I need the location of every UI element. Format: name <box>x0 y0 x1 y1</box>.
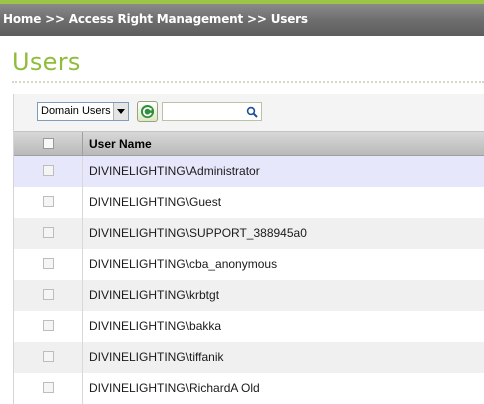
domain-select[interactable]: Domain Users <box>37 102 129 121</box>
user-name-cell: DIVINELIGHTING\RichardA Old <box>89 381 260 395</box>
user-name-cell: DIVINELIGHTING\bakka <box>89 319 222 333</box>
row-checkbox[interactable] <box>43 258 54 269</box>
column-divider <box>82 132 83 156</box>
page-title: Users <box>12 48 81 76</box>
table-row[interactable]: DIVINELIGHTING\krbtgt <box>14 280 484 311</box>
top-bar: Home >> Access Right Management >> Users <box>0 0 484 36</box>
user-name-cell: DIVINELIGHTING\krbtgt <box>89 288 220 302</box>
row-checkbox[interactable] <box>43 165 54 176</box>
search-input[interactable] <box>165 104 245 119</box>
table-row[interactable]: DIVINELIGHTING\Guest <box>14 187 484 218</box>
column-divider <box>82 156 83 187</box>
user-name-cell: DIVINELIGHTING\Guest <box>89 195 222 209</box>
table-row[interactable]: DIVINELIGHTING\RichardA Old <box>14 373 484 404</box>
row-checkbox[interactable] <box>43 196 54 207</box>
column-divider <box>82 218 83 249</box>
search-icon[interactable] <box>246 106 258 118</box>
user-name-cell: DIVINELIGHTING\SUPPORT_388945a0 <box>89 226 307 240</box>
user-name-cell: DIVINELIGHTING\tiffanik <box>89 350 224 364</box>
table-row[interactable]: DIVINELIGHTING\SUPPORT_388945a0 <box>14 218 484 249</box>
users-panel: Domain Users User Name DIVINELIGHTING\Ad… <box>13 94 484 404</box>
table-row[interactable]: DIVINELIGHTING\cba_anonymous <box>14 249 484 280</box>
select-all-checkbox[interactable] <box>43 138 54 149</box>
user-name-cell: DIVINELIGHTING\cba_anonymous <box>89 257 278 271</box>
column-header-user-name[interactable]: User Name <box>89 137 152 151</box>
breadcrumb[interactable]: Home >> Access Right Management >> Users <box>3 12 308 26</box>
column-divider <box>82 311 83 342</box>
row-checkbox[interactable] <box>43 382 54 393</box>
row-checkbox[interactable] <box>43 351 54 362</box>
table-row[interactable]: DIVINELIGHTING\tiffanik <box>14 342 484 373</box>
row-checkbox[interactable] <box>43 289 54 300</box>
domain-select-value: Domain Users <box>41 105 111 117</box>
table-row[interactable]: DIVINELIGHTING\bakka <box>14 311 484 342</box>
refresh-button[interactable] <box>137 101 158 122</box>
search-field[interactable] <box>162 102 262 121</box>
title-divider <box>12 81 484 83</box>
chevron-down-icon[interactable] <box>113 103 128 120</box>
user-name-cell: DIVINELIGHTING\Administrator <box>89 164 260 178</box>
column-divider <box>82 280 83 311</box>
row-checkbox[interactable] <box>43 227 54 238</box>
refresh-icon <box>140 104 155 119</box>
table-row[interactable]: DIVINELIGHTING\Administrator <box>14 156 484 187</box>
column-divider <box>82 342 83 373</box>
column-divider <box>82 249 83 280</box>
column-divider <box>82 187 83 218</box>
row-checkbox[interactable] <box>43 320 54 331</box>
table-header: User Name <box>14 131 484 156</box>
toolbar: Domain Users <box>14 94 484 131</box>
column-divider <box>82 373 83 404</box>
